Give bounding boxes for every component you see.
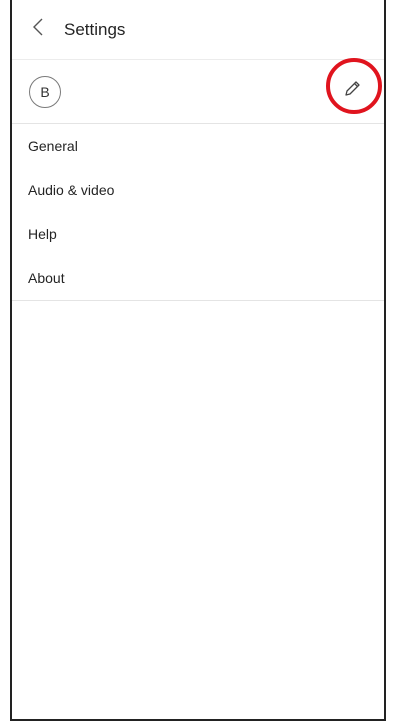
page-title: Settings: [64, 19, 126, 39]
avatar[interactable]: B: [29, 75, 61, 108]
back-button[interactable]: [12, 0, 64, 60]
menu-item-label: Help: [28, 226, 57, 242]
menu-item-about[interactable]: About: [12, 256, 384, 300]
menu-item-label: About: [28, 270, 65, 286]
app-header: Settings: [12, 0, 384, 60]
profile-row: B: [12, 57, 384, 124]
menu-item-audio-video[interactable]: Audio & video: [12, 168, 384, 212]
menu-item-help[interactable]: Help: [12, 212, 384, 256]
chevron-left-icon: [32, 17, 44, 42]
settings-menu: General Audio & video Help About: [12, 124, 384, 301]
avatar-initial: B: [40, 83, 50, 100]
settings-screen: Settings B General Audio & video Help Ab: [10, 0, 386, 721]
pencil-icon: [342, 79, 362, 104]
menu-item-general[interactable]: General: [12, 124, 384, 168]
menu-item-label: Audio & video: [28, 182, 115, 198]
menu-item-label: General: [28, 138, 78, 154]
edit-profile-button[interactable]: [326, 57, 382, 116]
